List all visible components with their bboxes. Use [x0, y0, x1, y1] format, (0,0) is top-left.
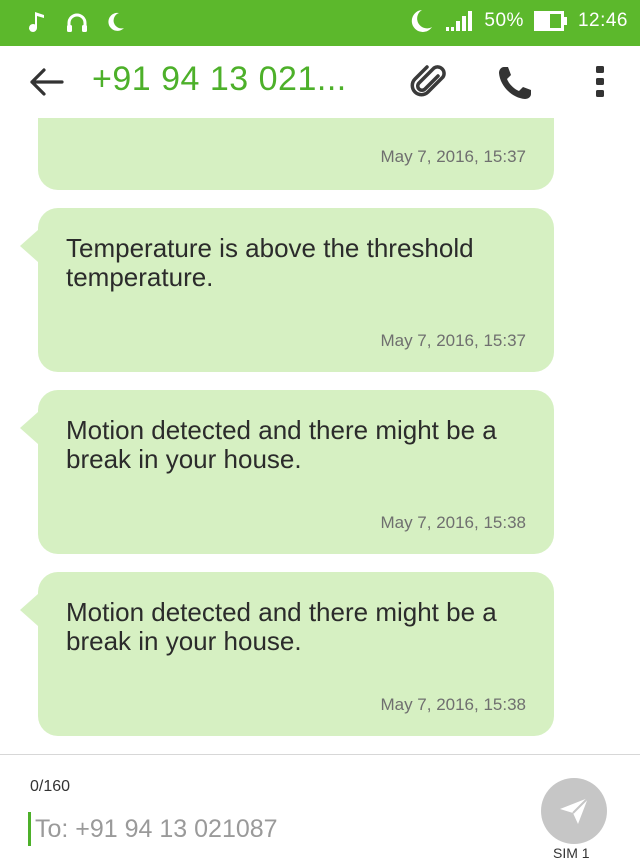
- message-bubble[interactable]: May 7, 2016, 15:37: [38, 118, 554, 190]
- paperclip-icon[interactable]: [410, 62, 450, 102]
- message-timestamp: May 7, 2016, 15:37: [380, 147, 526, 166]
- battery-percent: 50%: [484, 10, 524, 31]
- moon-icon: [412, 10, 433, 32]
- contact-title[interactable]: +91 94 13 021...: [92, 60, 347, 99]
- composer-divider: [0, 754, 640, 755]
- app-bar: +91 94 13 021...: [0, 46, 640, 118]
- status-bar: 50% 12:46: [0, 0, 640, 46]
- message-thread[interactable]: May 7, 2016, 15:37 Temperature is above …: [0, 118, 640, 754]
- more-vertical-icon[interactable]: [592, 64, 608, 100]
- send-icon: [560, 797, 589, 824]
- message-bubble[interactable]: Motion detected and there might be a bre…: [20, 390, 554, 554]
- message-text: Motion detected and there might be a bre…: [66, 415, 497, 474]
- clock: 12:46: [577, 10, 628, 31]
- message-timestamp: May 7, 2016, 15:37: [380, 331, 526, 350]
- message-bubble[interactable]: Temperature is above the threshold tempe…: [20, 208, 554, 372]
- bubble-tail: [20, 594, 38, 626]
- bubble-tail: [20, 412, 38, 444]
- message-input[interactable]: [28, 812, 515, 846]
- character-counter: 0/160: [30, 778, 71, 795]
- bubble-tail: [20, 230, 38, 262]
- message-timestamp: May 7, 2016, 15:38: [380, 513, 526, 532]
- headphones-icon: [67, 13, 87, 32]
- music-note-icon: [29, 12, 44, 32]
- message-bubble[interactable]: Motion detected and there might be a bre…: [20, 572, 554, 736]
- battery-icon: [533, 11, 567, 31]
- message-text: Temperature is above the threshold tempe…: [66, 233, 474, 292]
- moon-icon: [108, 12, 124, 31]
- send-button[interactable]: [541, 778, 607, 844]
- back-arrow-icon[interactable]: [28, 66, 64, 98]
- message-timestamp: May 7, 2016, 15:38: [380, 695, 526, 714]
- signal-icon: [446, 11, 473, 31]
- message-text: Motion detected and there might be a bre…: [66, 597, 497, 656]
- phone-icon[interactable]: [496, 64, 534, 102]
